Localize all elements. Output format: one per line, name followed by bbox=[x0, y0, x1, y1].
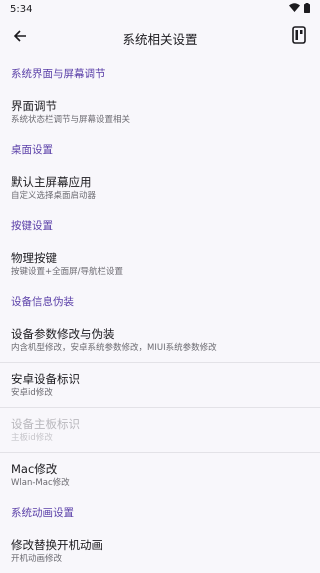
section-header-animation: 系统动画设置 bbox=[11, 507, 74, 519]
item-subtitle: 系统状态栏调节与屏幕设置相关 bbox=[11, 114, 131, 125]
item-title: 设备主板标识 bbox=[11, 416, 80, 431]
device-panel-icon bbox=[292, 26, 306, 48]
app-bar: 系统相关设置 bbox=[0, 18, 320, 56]
item-title: 安卓设备标识 bbox=[11, 371, 80, 386]
item-subtitle: Wlan-Mac修改 bbox=[11, 477, 70, 488]
list-item-interface-adjust[interactable]: 界面调节 系统状态栏调节与屏幕设置相关 bbox=[0, 90, 320, 134]
page-title: 系统相关设置 bbox=[122, 32, 198, 47]
status-time: 5:34 bbox=[10, 3, 33, 15]
item-title: 界面调节 bbox=[11, 98, 57, 113]
section-header-keys: 按键设置 bbox=[11, 220, 53, 232]
device-panel-button[interactable] bbox=[288, 26, 310, 48]
item-subtitle: 开机动画修改 bbox=[11, 553, 63, 564]
item-title: 修改替换开机动画 bbox=[11, 537, 103, 552]
section-header-ui: 系统界面与屏幕调节 bbox=[11, 68, 106, 80]
section-header-desktop: 桌面设置 bbox=[11, 144, 53, 156]
item-title: Mac修改 bbox=[11, 461, 58, 476]
status-icons bbox=[289, 2, 310, 16]
battery-icon bbox=[304, 2, 310, 16]
list-item-android-id[interactable]: 安卓设备标识 安卓id修改 bbox=[0, 363, 320, 407]
section-header-device-spoof: 设备信息伪装 bbox=[11, 296, 74, 308]
wifi-icon bbox=[289, 3, 300, 15]
list-item-boot-animation[interactable]: 修改替换开机动画 开机动画修改 bbox=[0, 529, 320, 573]
item-subtitle: 安卓id修改 bbox=[11, 387, 53, 398]
list-item-physical-keys[interactable]: 物理按键 按键设置+全面屏/导航栏设置 bbox=[0, 242, 320, 286]
status-bar: 5:34 bbox=[0, 0, 320, 18]
item-subtitle: 自定义选择桌面启动器 bbox=[11, 190, 97, 201]
item-subtitle: 主板id修改 bbox=[11, 432, 53, 443]
list-item-mac[interactable]: Mac修改 Wlan-Mac修改 bbox=[0, 453, 320, 497]
list-item-device-params[interactable]: 设备参数修改与伪装 内含机型修改，安卓系统参数修改，MIUI系统参数修改 bbox=[0, 318, 320, 362]
item-title: 默认主屏幕应用 bbox=[11, 174, 92, 189]
item-subtitle: 按键设置+全面屏/导航栏设置 bbox=[11, 266, 123, 277]
item-title: 物理按键 bbox=[11, 250, 57, 265]
list-item-default-launcher[interactable]: 默认主屏幕应用 自定义选择桌面启动器 bbox=[0, 166, 320, 210]
item-title: 设备参数修改与伪装 bbox=[11, 326, 115, 341]
settings-list: 系统界面与屏幕调节 界面调节 系统状态栏调节与屏幕设置相关 桌面设置 默认主屏幕… bbox=[0, 58, 320, 573]
list-item-board-id: 设备主板标识 主板id修改 bbox=[0, 408, 320, 452]
item-subtitle: 内含机型修改，安卓系统参数修改，MIUI系统参数修改 bbox=[11, 342, 217, 353]
